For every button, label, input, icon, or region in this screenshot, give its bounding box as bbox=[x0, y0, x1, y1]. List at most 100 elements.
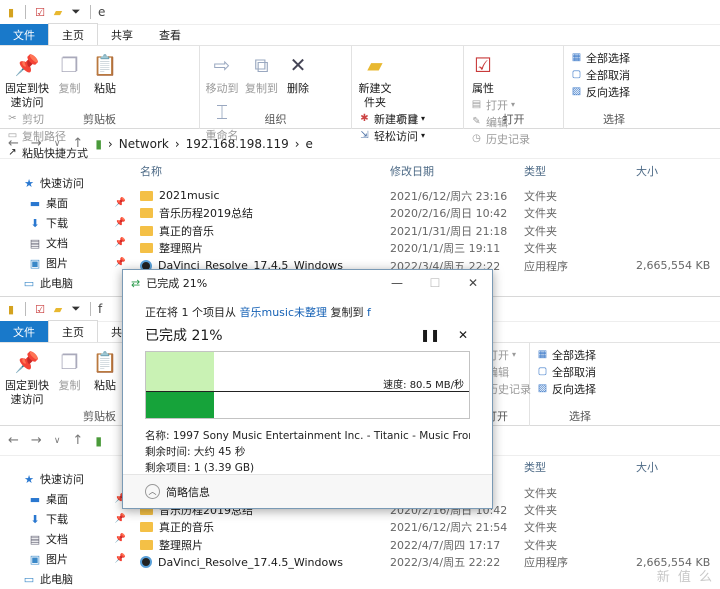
tab-file[interactable]: 文件 bbox=[0, 24, 48, 45]
close-button[interactable]: ✕ bbox=[454, 270, 492, 296]
sidebar-item-quick-access[interactable]: ★ 快速访问 bbox=[0, 469, 130, 489]
window-controls: — ☐ ✕ bbox=[378, 270, 492, 296]
pin-quick-access-button[interactable]: 📌 固定到快速访问 bbox=[4, 346, 50, 407]
sidebar-item-downloads[interactable]: ⬇ 下载 📌 bbox=[0, 509, 130, 529]
column-size[interactable]: 大小 bbox=[636, 459, 658, 475]
tab-view[interactable]: 查看 bbox=[146, 24, 194, 45]
list-item[interactable]: DaVinci_Resolve_17.4.5_Windows 2022/3/4/周… bbox=[140, 554, 720, 572]
computer-icon: ▭ bbox=[23, 276, 35, 290]
pin-label: 固定到快速访问 bbox=[5, 379, 49, 406]
new-folder-quick-icon[interactable]: ▰ bbox=[51, 302, 65, 316]
copy-path-button[interactable]: ▭ 复制路径 bbox=[6, 127, 88, 144]
sidebar-item-desktop[interactable]: ▬ 桌面 📌 bbox=[0, 489, 130, 509]
column-type[interactable]: 类型 bbox=[524, 459, 546, 475]
paste-label: 粘贴 bbox=[94, 82, 116, 95]
breadcrumb[interactable]: ▮ bbox=[95, 434, 102, 448]
folder-icon bbox=[140, 190, 153, 201]
copy-to-button[interactable]: ⧉ 复制到 bbox=[244, 49, 280, 96]
easy-access-label: 轻松访问 bbox=[374, 129, 418, 143]
nav-sidebar: ★ 快速访问 ▬ 桌面 📌 ⬇ 下载 📌 ▤ 文档 📌 ▣ 图片 📌 ▭ 此电脑 bbox=[0, 173, 130, 293]
select-small-buttons: ▦ 全部选择 ▢ 全部取消 ▨ 反向选择 bbox=[570, 49, 630, 100]
sidebar-label: 文档 bbox=[46, 237, 68, 250]
invert-selection-button[interactable]: ▨ 反向选择 bbox=[570, 83, 630, 100]
select-none-button[interactable]: ▢ 全部取消 bbox=[536, 363, 596, 380]
source-folder-link[interactable]: 音乐music未整理 bbox=[240, 306, 328, 319]
new-folder-button[interactable]: ▰ 新建文件夹 bbox=[356, 49, 394, 110]
column-type[interactable]: 类型 bbox=[524, 163, 546, 179]
select-none-label: 全部取消 bbox=[552, 365, 596, 379]
file-name: 整理照片 bbox=[159, 242, 203, 256]
pin-icon: 📌 bbox=[114, 534, 126, 544]
sidebar-item-pictures[interactable]: ▣ 图片 📌 bbox=[0, 549, 130, 569]
tab-file[interactable]: 文件 bbox=[0, 321, 48, 342]
up-arrow-icon[interactable]: ↑ bbox=[72, 433, 83, 448]
chevron-up-icon[interactable]: ︿ bbox=[145, 484, 160, 499]
star-icon: ★ bbox=[24, 472, 34, 486]
paste-button[interactable]: 📋 粘贴 bbox=[89, 49, 121, 96]
file-type: 文件夹 bbox=[524, 521, 557, 535]
sidebar-item-documents[interactable]: ▤ 文档 📌 bbox=[0, 529, 130, 549]
paste-button[interactable]: 📋 粘贴 bbox=[89, 346, 121, 393]
destination-link[interactable]: f bbox=[367, 306, 371, 319]
move-to-label: 移动到 bbox=[205, 82, 239, 95]
tab-share[interactable]: 共享 bbox=[98, 24, 146, 45]
list-item[interactable]: 整理照片 2022/4/7/周四 17:17 文件夹 bbox=[140, 536, 720, 554]
group-label: 打开 bbox=[502, 113, 525, 126]
move-to-button[interactable]: ⇨ 移动到 bbox=[204, 49, 240, 96]
sidebar-item-downloads[interactable]: ⬇ 下载 📌 bbox=[0, 213, 130, 233]
sidebar-item-this-pc[interactable]: ▭ 此电脑 bbox=[0, 569, 130, 589]
new-folder-quick-icon[interactable]: ▰ bbox=[51, 5, 65, 19]
history-button[interactable]: ◷ 历史记录 bbox=[470, 130, 530, 147]
copy-button[interactable]: ❐ 复制 bbox=[54, 49, 86, 96]
easy-access-button[interactable]: ⇲ 轻松访问 ▾ bbox=[358, 127, 425, 144]
customize-quick-access-icon[interactable]: ⏷ bbox=[69, 302, 83, 316]
fewer-details-button[interactable]: 简略信息 bbox=[166, 484, 210, 500]
copy-button[interactable]: ❐ 复制 bbox=[54, 346, 86, 393]
copy-details: 名称: 1997 Sony Music Entertainment Inc. -… bbox=[145, 428, 470, 476]
maximize-button[interactable]: ☐ bbox=[416, 270, 454, 296]
file-type: 文件夹 bbox=[524, 538, 557, 552]
app-icon bbox=[140, 556, 152, 569]
list-item[interactable]: 2021music 2021/6/12/周六 23:16 文件夹 bbox=[140, 187, 720, 205]
breadcrumb-network[interactable]: Network bbox=[119, 137, 169, 151]
file-date: 2020/2/16/周日 10:42 bbox=[390, 207, 508, 221]
speed-label: 速度: 80.5 MB/秒 bbox=[382, 376, 465, 391]
back-arrow-icon[interactable]: ← bbox=[8, 433, 19, 448]
pause-button[interactable]: ❚❚ bbox=[420, 328, 440, 342]
column-date[interactable]: 修改日期 bbox=[390, 163, 434, 179]
sidebar-item-quick-access[interactable]: ★ 快速访问 bbox=[0, 173, 130, 193]
list-item[interactable]: 真正的音乐 2021/6/12/周六 21:54 文件夹 bbox=[140, 519, 720, 537]
sidebar-item-this-pc[interactable]: ▭ 此电脑 bbox=[0, 273, 130, 293]
cancel-x-icon[interactable]: ✕ bbox=[458, 328, 468, 342]
file-name-cell: 真正的音乐 bbox=[140, 223, 214, 239]
column-size[interactable]: 大小 bbox=[636, 163, 658, 179]
minimize-button[interactable]: — bbox=[378, 270, 416, 296]
properties-checkmark-icon[interactable]: ☑ bbox=[33, 5, 47, 19]
select-all-button[interactable]: ▦ 全部选择 bbox=[536, 346, 596, 363]
history-icon: ◷ bbox=[472, 133, 481, 144]
properties-checkmark-icon[interactable]: ☑ bbox=[33, 302, 47, 316]
recent-chevron-down-icon[interactable]: ∨ bbox=[54, 436, 61, 446]
list-item[interactable]: 整理照片 2020/1/1/周三 19:11 文件夹 bbox=[140, 240, 720, 258]
sidebar-item-pictures[interactable]: ▣ 图片 📌 bbox=[0, 253, 130, 273]
column-name[interactable]: 名称 bbox=[140, 163, 162, 179]
forward-arrow-icon[interactable]: → bbox=[31, 433, 42, 448]
select-all-button[interactable]: ▦ 全部选择 bbox=[570, 49, 630, 66]
properties-button[interactable]: ☑ 属性 bbox=[468, 49, 498, 96]
customize-quick-access-icon[interactable]: ⏷ bbox=[69, 5, 83, 19]
sidebar-item-documents[interactable]: ▤ 文档 📌 bbox=[0, 233, 130, 253]
select-small-buttons: ▦ 全部选择 ▢ 全部取消 ▨ 反向选择 bbox=[536, 346, 596, 397]
pin-quick-access-button[interactable]: 📌 固定到快速访问 bbox=[4, 49, 50, 110]
sidebar-item-desktop[interactable]: ▬ 桌面 📌 bbox=[0, 193, 130, 213]
delete-button[interactable]: ✕ 删除 bbox=[283, 49, 313, 96]
list-item[interactable]: 真正的音乐 2021/1/31/周日 21:18 文件夹 bbox=[140, 222, 720, 240]
tab-home[interactable]: 主页 bbox=[48, 23, 98, 45]
folder-app-icon: ▮ bbox=[7, 5, 15, 19]
tab-home[interactable]: 主页 bbox=[48, 320, 98, 342]
invert-selection-button[interactable]: ▨ 反向选择 bbox=[536, 380, 596, 397]
list-item[interactable]: 音乐历程2019总结 2020/2/16/周日 10:42 文件夹 bbox=[140, 205, 720, 223]
breadcrumb-share[interactable]: e bbox=[306, 137, 313, 151]
paste-shortcut-button[interactable]: ↗ 粘贴快捷方式 bbox=[6, 144, 88, 161]
file-type: 文件夹 bbox=[524, 486, 557, 500]
select-none-button[interactable]: ▢ 全部取消 bbox=[570, 66, 630, 83]
